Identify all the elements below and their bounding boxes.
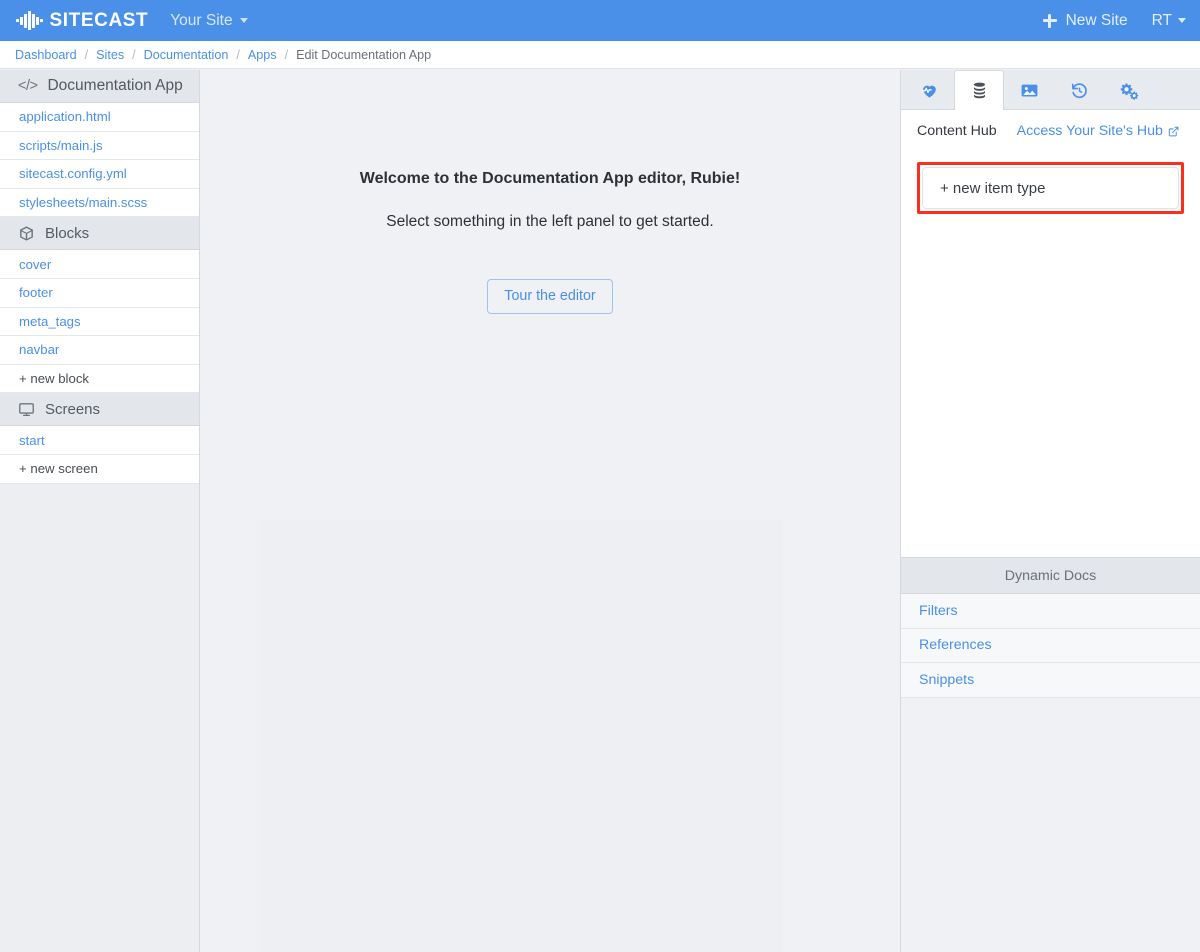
breadcrumb-item-sites[interactable]: Sites bbox=[96, 48, 124, 62]
content-hub-header: Content Hub Access Your Site's Hub bbox=[917, 110, 1184, 152]
dynamic-docs-references-link[interactable]: References bbox=[901, 628, 1200, 663]
sidebar-item-cover[interactable]: cover bbox=[0, 250, 199, 279]
sidebar-item-label: sitecast.config.yml bbox=[19, 166, 127, 182]
breadcrumb-item-current: Edit Documentation App bbox=[296, 47, 432, 62]
sidebar-item-sitecast-config-yml[interactable]: sitecast.config.yml bbox=[0, 160, 199, 189]
welcome-message: Welcome to the Documentation App editor,… bbox=[200, 170, 900, 314]
dynamic-docs-link-label: References bbox=[919, 637, 992, 654]
new-screen-button[interactable]: + new screen bbox=[0, 454, 199, 484]
right-panel: Content Hub Access Your Site's Hub + new… bbox=[900, 70, 1200, 952]
access-site-hub-label: Access Your Site's Hub bbox=[1016, 123, 1163, 139]
new-block-label: + new block bbox=[19, 371, 90, 387]
dynamic-docs-snippets-link[interactable]: Snippets bbox=[901, 663, 1200, 698]
cogs-icon bbox=[1120, 83, 1138, 100]
access-site-hub-link[interactable]: Access Your Site's Hub bbox=[1017, 123, 1179, 139]
breadcrumb-separator: / bbox=[84, 47, 89, 62]
left-sidebar: </> Documentation App application.html s… bbox=[0, 70, 200, 952]
editor-canvas: Welcome to the Documentation App editor,… bbox=[200, 70, 900, 952]
right-panel-filler bbox=[901, 697, 1200, 952]
welcome-subtitle: Select something in the left panel to ge… bbox=[386, 213, 714, 230]
image-icon bbox=[1021, 84, 1037, 97]
topnav-right: New Site RT bbox=[1042, 11, 1186, 30]
breadcrumb-item-dashboard[interactable]: Dashboard bbox=[15, 48, 77, 62]
dynamic-docs-header: Dynamic Docs bbox=[901, 558, 1200, 594]
breadcrumb-separator: / bbox=[284, 47, 289, 62]
sidebar-blocks-header: Blocks bbox=[0, 217, 199, 251]
brand[interactable]: SITECAST bbox=[16, 11, 148, 31]
user-initials: RT bbox=[1151, 11, 1172, 29]
breadcrumb: Dashboard / Sites / Documentation / Apps… bbox=[0, 41, 1200, 69]
sidebar-blocks-label: Blocks bbox=[45, 224, 90, 242]
tab-history[interactable] bbox=[1054, 70, 1104, 110]
monitor-icon bbox=[18, 401, 35, 418]
breadcrumb-item-documentation[interactable]: Documentation bbox=[144, 48, 229, 62]
site-switcher-label: Your Site bbox=[170, 11, 233, 29]
sidebar-item-label: scripts/main.js bbox=[19, 137, 103, 153]
sidebar-item-scripts-main-js[interactable]: scripts/main.js bbox=[0, 131, 199, 161]
sidebar-item-label: application.html bbox=[19, 109, 111, 125]
sidebar-item-label: stylesheets/main.scss bbox=[19, 195, 148, 211]
site-switcher[interactable]: Your Site bbox=[170, 11, 248, 30]
sidebar-item-start[interactable]: start bbox=[0, 426, 199, 455]
cube-icon bbox=[18, 225, 35, 242]
dynamic-docs-filters-link[interactable]: Filters bbox=[901, 594, 1200, 629]
new-site-label: New Site bbox=[1065, 11, 1128, 29]
breadcrumb-separator: / bbox=[236, 47, 240, 62]
tab-content-hub[interactable] bbox=[954, 70, 1004, 110]
user-menu[interactable]: RT bbox=[1152, 12, 1186, 30]
app-root: SITECAST Your Site New Site RT Dashboard… bbox=[0, 0, 1200, 952]
content-hub-panel: Content Hub Access Your Site's Hub + new… bbox=[901, 110, 1200, 558]
chevron-down-icon bbox=[239, 18, 248, 23]
code-icon: </> bbox=[18, 78, 38, 94]
sidebar-item-label: footer bbox=[19, 285, 53, 301]
workspace: </> Documentation App application.html s… bbox=[0, 70, 1200, 952]
sidebar-item-navbar[interactable]: navbar bbox=[0, 336, 199, 365]
waveform-icon bbox=[16, 11, 43, 31]
sidebar-app-header: </> Documentation App bbox=[0, 70, 199, 103]
sidebar-item-stylesheets-main-scss[interactable]: stylesheets/main.scss bbox=[0, 188, 199, 218]
sidebar-item-label: start bbox=[19, 432, 45, 448]
plus-icon bbox=[1042, 13, 1057, 28]
welcome-title: Welcome to the Documentation App editor,… bbox=[359, 170, 741, 187]
tour-the-editor-button[interactable]: Tour the editor bbox=[487, 279, 613, 314]
database-icon bbox=[973, 82, 985, 99]
top-navbar: SITECAST Your Site New Site RT bbox=[0, 0, 1200, 41]
canvas-placeholder-panel bbox=[260, 520, 782, 952]
sidebar-app-title: Documentation App bbox=[47, 77, 183, 94]
sidebar-screens-label: Screens bbox=[45, 400, 101, 418]
right-panel-tabs bbox=[901, 70, 1200, 110]
dynamic-docs-link-label: Filters bbox=[919, 602, 958, 619]
brand-name: SITECAST bbox=[49, 10, 149, 31]
history-icon bbox=[1071, 83, 1087, 99]
new-site-button[interactable]: New Site bbox=[1042, 11, 1128, 30]
sidebar-item-label: navbar bbox=[19, 342, 60, 358]
breadcrumb-item-apps[interactable]: Apps bbox=[248, 48, 277, 62]
tab-media[interactable] bbox=[1004, 70, 1054, 110]
new-item-type-highlight: + new item type bbox=[917, 162, 1184, 214]
breadcrumb-separator: / bbox=[132, 47, 136, 62]
sidebar-item-label: cover bbox=[19, 256, 52, 272]
sidebar-item-application-html[interactable]: application.html bbox=[0, 103, 199, 132]
sidebar-item-footer[interactable]: footer bbox=[0, 278, 199, 308]
chevron-down-icon bbox=[1178, 18, 1186, 23]
sidebar-item-meta-tags[interactable]: meta_tags bbox=[0, 307, 199, 337]
external-link-icon bbox=[1168, 126, 1179, 136]
tab-settings[interactable] bbox=[1104, 70, 1154, 110]
new-screen-label: + new screen bbox=[19, 461, 98, 477]
sidebar-item-label: meta_tags bbox=[19, 313, 81, 329]
tab-health[interactable] bbox=[904, 70, 954, 110]
new-block-button[interactable]: + new block bbox=[0, 364, 199, 394]
dynamic-docs-link-label: Snippets bbox=[919, 671, 975, 688]
new-item-type-button[interactable]: + new item type bbox=[922, 167, 1179, 209]
sidebar-screens-header: Screens bbox=[0, 393, 199, 427]
heart-pulse-icon bbox=[921, 85, 936, 98]
content-hub-title: Content Hub bbox=[917, 123, 997, 139]
